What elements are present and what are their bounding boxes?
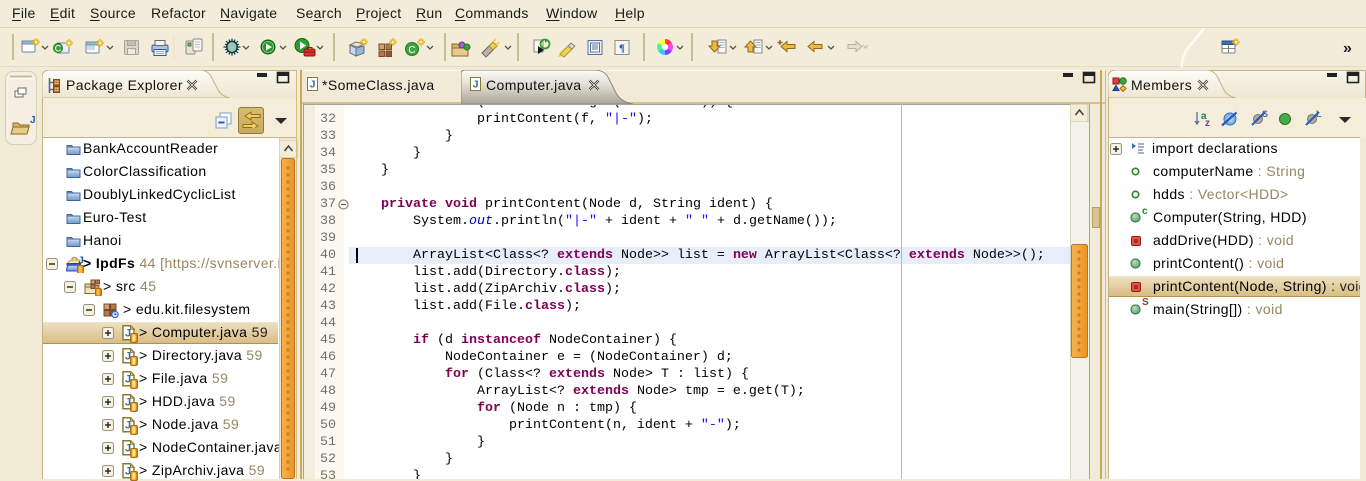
svg-text:z: z [1205,118,1210,129]
